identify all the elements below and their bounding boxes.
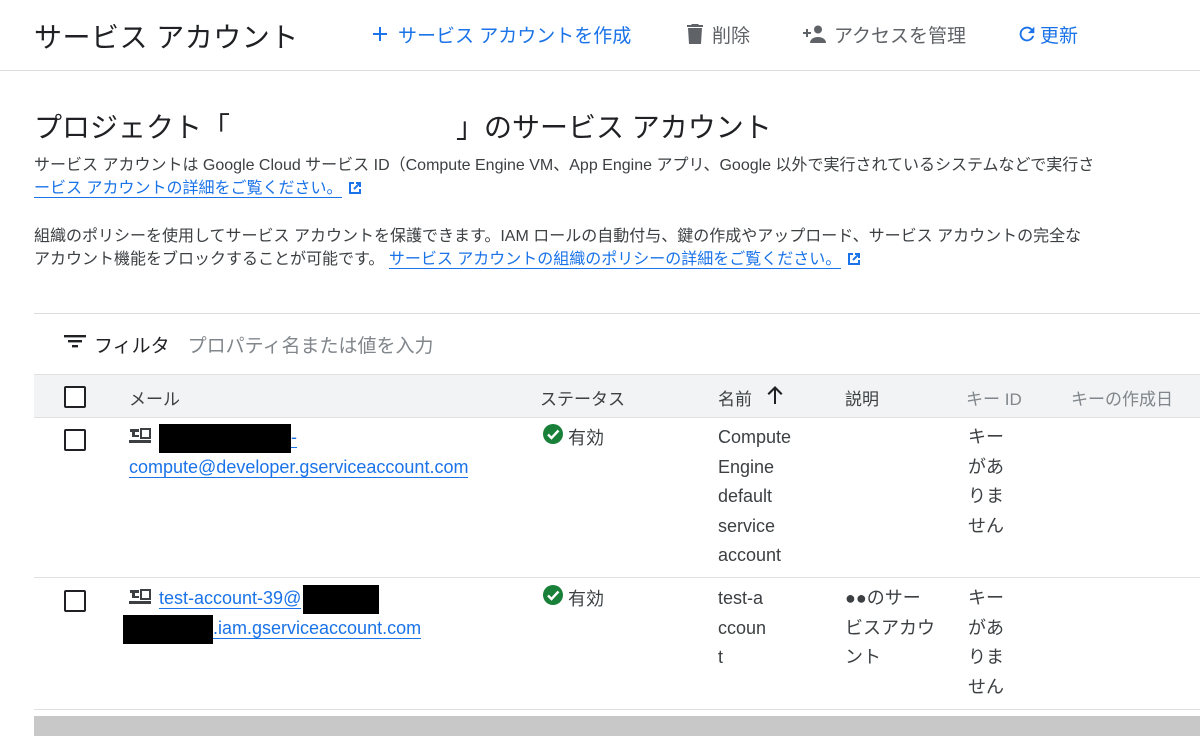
trash-icon [686, 23, 704, 45]
description2-text2: アカウント機能をブロックすることが可能です。 [34, 251, 385, 268]
heading-prefix: プロジェクト「 [34, 112, 231, 143]
column-header-name-label: 名前 [718, 390, 752, 409]
row-checkbox[interactable] [64, 590, 86, 612]
delete-label: 削除 [712, 25, 751, 47]
check-circle-icon [542, 584, 564, 616]
description-org-policy: 組織のポリシーを使用してサービス アカウントを保護できます。IAM ロールの自動… [34, 225, 1200, 273]
page-title: サービス アカウント [34, 22, 299, 53]
column-header-description[interactable]: 説明 [845, 385, 879, 410]
manage-access-button[interactable]: アクセスを管理 [800, 21, 966, 47]
org-policy-details-link[interactable]: サービス アカウントの組織のポリシーの詳細をご覧ください。 [388, 251, 842, 269]
check-circle-icon [542, 423, 564, 455]
redacted-text [123, 614, 213, 644]
status-cell: 有効 [542, 423, 604, 455]
project-heading: プロジェクト「 」のサービス アカウント [34, 106, 772, 146]
table-header: メール ステータス 名前 説明 キー ID キーの作成日 [34, 374, 1200, 418]
select-all-checkbox[interactable] [64, 386, 86, 408]
service-account-details-link[interactable]: ービス アカウントの詳細をご覧ください。 [34, 180, 343, 198]
email-link-part1: test-account-39@ [159, 588, 302, 609]
key-id-cell: キーがありません [968, 588, 1004, 697]
redacted-text [303, 584, 380, 614]
horizontal-scrollbar[interactable] [34, 716, 1200, 736]
service-account-key-icon [129, 424, 151, 454]
column-header-status[interactable]: ステータス [540, 385, 625, 410]
refresh-button[interactable]: 更新 [1016, 21, 1078, 47]
sort-arrow-up-icon[interactable] [766, 385, 784, 410]
email-link[interactable]: .iam.gserviceaccount.com [213, 618, 422, 639]
create-label: サービス アカウントを作成 [398, 25, 632, 47]
org-policy-details-link-text: サービス アカウントの組織のポリシーの詳細をご覧ください。 [388, 251, 842, 268]
column-header-key-id[interactable]: キー ID [966, 385, 1022, 410]
plus-icon [370, 24, 390, 44]
row-checkbox[interactable] [64, 429, 86, 451]
key-id-cell: キーがありません [968, 427, 1004, 536]
description-cell: ●●のサービスアカウント [845, 588, 935, 667]
service-account-key-icon [129, 585, 151, 615]
filter-icon [64, 333, 86, 355]
external-link-icon [348, 179, 362, 202]
email-link-part1: - [291, 427, 297, 448]
description1-text: サービス アカウントは Google Cloud サービス ID（Compute… [34, 157, 1095, 174]
delete-button[interactable]: 削除 [686, 21, 750, 47]
status-text: 有効 [568, 428, 604, 448]
heading-suffix: 」のサービス アカウント [456, 112, 772, 143]
email-link[interactable]: test-account-39@ [159, 588, 302, 609]
column-header-email[interactable]: メール [129, 385, 180, 410]
refresh-icon [1016, 23, 1038, 45]
email-link-part2: compute@developer.gserviceaccount.com [129, 457, 469, 478]
status-text: 有効 [568, 589, 604, 609]
email-link[interactable]: compute@developer.gserviceaccount.com [129, 457, 469, 478]
person-add-icon [800, 24, 826, 44]
name-cell: Compute Engine default service account [718, 427, 792, 565]
filter-input[interactable]: プロパティ名または値を入力 [188, 331, 434, 358]
manage-access-label: アクセスを管理 [834, 25, 967, 47]
column-header-name[interactable]: 名前 [718, 385, 784, 410]
filter-label: フィルタ [94, 335, 170, 357]
column-header-key-created[interactable]: キーの作成日 [1071, 385, 1173, 410]
refresh-label: 更新 [1040, 25, 1079, 47]
email-cell: test-account-39@ .iam.gserviceaccount.co… [123, 584, 422, 644]
name-cell: test-account [718, 588, 767, 667]
email-link-part2: .iam.gserviceaccount.com [213, 618, 422, 639]
redacted-text [159, 423, 291, 453]
create-service-account-button[interactable]: サービス アカウントを作成 [370, 21, 631, 47]
table-row: - compute@developer.gserviceaccount.com … [34, 417, 1200, 578]
top-toolbar: サービス アカウント サービス アカウントを作成 削除 アクセスを管理 更新 [0, 0, 1200, 71]
email-link[interactable]: - [291, 427, 297, 448]
filter-divider [34, 313, 1200, 314]
table-row: test-account-39@ .iam.gserviceaccount.co… [34, 578, 1200, 710]
status-cell: 有効 [542, 584, 604, 616]
email-cell: - compute@developer.gserviceaccount.com [129, 423, 469, 483]
service-account-details-link-text: ービス アカウントの詳細をご覧ください。 [34, 180, 343, 197]
description2-text1: 組織のポリシーを使用してサービス アカウントを保護できます。IAM ロールの自動… [34, 228, 1082, 245]
description-service-accounts: サービス アカウントは Google Cloud サービス ID（Compute… [34, 154, 1200, 202]
external-link-icon [847, 250, 861, 273]
filter-bar[interactable]: フィルタ プロパティ名または値を入力 [64, 330, 434, 358]
